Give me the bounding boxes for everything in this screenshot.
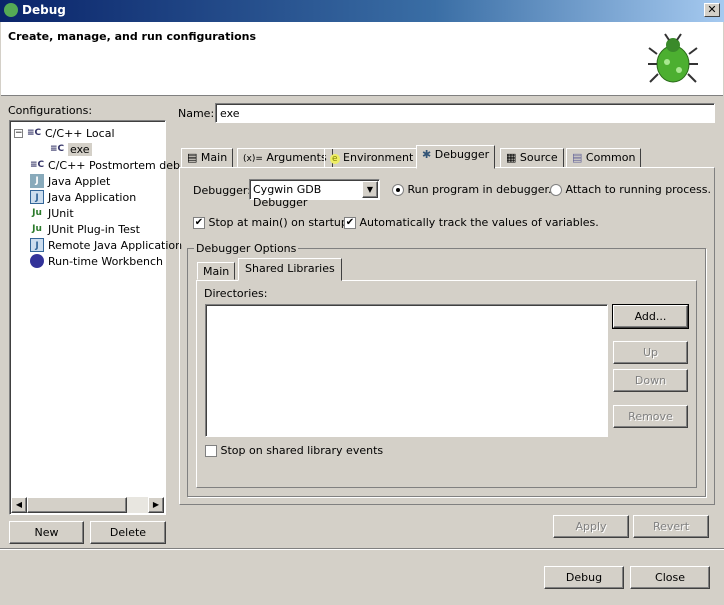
environment-icon: e (330, 154, 340, 164)
remote-java-icon: J (30, 238, 44, 252)
name-label: Name: (178, 107, 215, 120)
arguments-icon: (x)= (243, 154, 263, 164)
tab-debugger[interactable]: ✱ Debugger (416, 145, 496, 169)
tree-item-java-applet[interactable]: J Java Applet (30, 173, 110, 189)
tree-item-exe[interactable]: ≡C exe (50, 141, 92, 157)
tree-item-label: Java Applet (48, 174, 111, 188)
horizontal-scrollbar[interactable]: ◀ ▶ (11, 497, 164, 513)
tree-item-cpp-local[interactable]: − ≡C C/C++ Local (14, 125, 115, 141)
stop-shared-library-checkbox[interactable]: Stop on shared library events (205, 444, 383, 457)
name-input[interactable] (215, 103, 715, 123)
down-button[interactable]: Down (613, 369, 688, 392)
track-variables-checkbox[interactable]: ✔ Automatically track the values of vari… (344, 216, 599, 229)
tree-item-label: Run-time Workbench (48, 254, 164, 268)
c-launch-icon: ≡C (50, 144, 65, 154)
tab-label: Environment (343, 151, 414, 164)
file-icon: ▤ (187, 151, 198, 164)
add-button[interactable]: Add... (612, 304, 689, 329)
attach-process-radio[interactable]: Attach to running process. (550, 183, 711, 196)
stop-at-main-checkbox[interactable]: ✔ Stop at main() on startup. (193, 216, 351, 229)
tab-label: Arguments (266, 151, 327, 164)
configurations-label: Configurations: (8, 104, 93, 117)
junit-plugin-icon: Ju (32, 224, 42, 234)
java-app-icon: J (30, 190, 44, 204)
checkbox-label: Stop at main() on startup. (208, 216, 352, 229)
common-icon: ▤ (572, 151, 583, 164)
scroll-thumb[interactable] (27, 497, 127, 513)
tree-item-label: Java Application (48, 190, 137, 204)
options-tab-shared-libraries[interactable]: Shared Libraries (238, 258, 342, 281)
checkbox-label: Stop on shared library events (220, 444, 384, 457)
tab-environment[interactable]: e Environment (324, 148, 420, 168)
close-button[interactable]: Close (630, 566, 710, 589)
run-in-debugger-radio[interactable]: Run program in debugger. (392, 183, 552, 196)
tab-main[interactable]: ▤ Main (181, 148, 234, 168)
debugger-options-label: Debugger Options (194, 242, 299, 255)
directories-label: Directories: (204, 287, 268, 300)
c-launch-icon: ≡C (27, 128, 42, 138)
tab-common[interactable]: ▤ Common (566, 148, 642, 168)
tree-item-runtime-workbench[interactable]: Run-time Workbench (30, 253, 163, 269)
separator (0, 548, 724, 550)
header-banner: Create, manage, and run configurations (1, 22, 723, 96)
tree-item-remote-java[interactable]: J Remote Java Application (30, 237, 182, 253)
junit-icon: Ju (32, 208, 42, 218)
up-button[interactable]: Up (613, 341, 688, 364)
java-applet-icon: J (30, 174, 44, 188)
checkbox-label: Automatically track the values of variab… (359, 216, 599, 229)
c-launch-icon: ≡C (30, 160, 45, 170)
bug-icon (648, 33, 698, 83)
tree-item-junit-plugin[interactable]: Ju JUnit Plug-in Test (30, 221, 140, 237)
scroll-left-button[interactable]: ◀ (11, 497, 27, 513)
close-window-button[interactable]: ✕ (704, 3, 720, 17)
delete-button[interactable]: Delete (90, 521, 166, 544)
tab-label: Common (585, 151, 636, 164)
directories-list[interactable] (205, 304, 608, 437)
remove-button[interactable]: Remove (613, 405, 688, 428)
tree-item-label: JUnit Plug-in Test (48, 222, 140, 236)
radio-label: Attach to running process. (565, 183, 711, 196)
tree-item-label: C/C++ Local (45, 126, 115, 140)
tab-arguments[interactable]: (x)= Arguments (237, 148, 333, 168)
tab-source[interactable]: ▦ Source (500, 148, 564, 168)
tree-item-junit[interactable]: Ju JUnit (30, 205, 74, 221)
tree-item-java-application[interactable]: J Java Application (30, 189, 136, 205)
title-bar: Debug ✕ (0, 0, 724, 22)
debug-icon (4, 3, 18, 17)
debug-bug-icon: ✱ (422, 148, 432, 161)
revert-button[interactable]: Revert (633, 515, 709, 538)
debugger-label: Debugger: (193, 184, 251, 197)
check-icon: ✔ (344, 217, 356, 229)
window-title: Debug (22, 3, 66, 17)
tab-label: Main (200, 151, 228, 164)
new-button[interactable]: New (9, 521, 84, 544)
apply-button[interactable]: Apply (553, 515, 629, 538)
options-tab-main[interactable]: Main (197, 262, 236, 280)
header-title: Create, manage, and run configurations (8, 30, 257, 43)
tree-item-label: Remote Java Application (48, 238, 183, 252)
scroll-right-button[interactable]: ▶ (148, 497, 164, 513)
workbench-icon (30, 254, 44, 268)
tree-item-cpp-postmortem[interactable]: ≡C C/C++ Postmortem deb (30, 157, 180, 173)
tree-item-label: exe (68, 142, 92, 156)
tree-item-label: JUnit (48, 206, 74, 220)
tab-label: Debugger (434, 148, 490, 161)
check-icon: ✔ (193, 217, 205, 229)
source-icon: ▦ (506, 151, 517, 164)
chevron-down-icon[interactable]: ▼ (362, 181, 378, 198)
debugger-select[interactable]: Cygwin GDB Debugger ▼ (249, 179, 380, 209)
debug-button[interactable]: Debug (544, 566, 624, 589)
tab-label: Source (519, 151, 558, 164)
configurations-tree[interactable]: − ≡C C/C++ Local ≡C exe ≡C C/C++ Postmortem … (9, 120, 182, 515)
radio-label: Run program in debugger. (407, 183, 552, 196)
tree-item-label: C/C++ Postmortem deb (48, 158, 181, 172)
